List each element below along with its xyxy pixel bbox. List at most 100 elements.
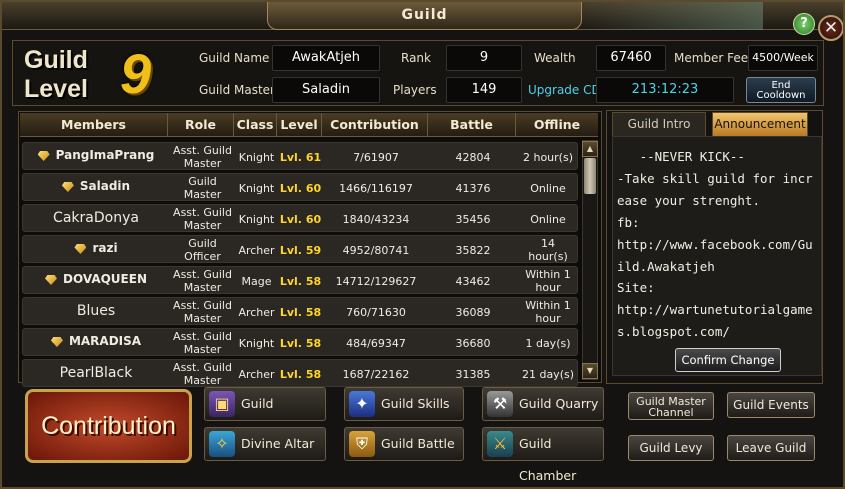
member-role-line2: Master — [183, 157, 222, 170]
member-class-cell: Knight — [238, 337, 275, 350]
member-name[interactable]: DOVAQUEEN — [63, 272, 147, 286]
member-role-cell: Asst. Guild Master — [170, 361, 235, 387]
vip-diamond-icon — [74, 244, 87, 254]
table-row[interactable]: MARADISA Asst. Guild Master Knight Lvl. 58 48… — [22, 328, 578, 356]
member-offline-line1: 1 day(s) — [525, 337, 571, 350]
column-members[interactable]: Members — [20, 113, 168, 137]
member-offline-cell: 1 day(s) — [517, 337, 579, 350]
column-contribution[interactable]: Contribution — [322, 113, 428, 137]
table-row[interactable]: DOVAQUEEN Asst. Guild Master Mage Lvl. 58 147… — [22, 266, 578, 294]
vip-diamond-icon — [61, 182, 74, 192]
member-name[interactable]: PearlBlack — [60, 365, 133, 381]
guild-chamber-label: Guild Chamber — [519, 436, 577, 483]
member-fee-value: 4500/Week — [748, 45, 818, 71]
tab-guild-intro[interactable]: Guild Intro — [612, 112, 706, 136]
member-name[interactable]: PangImaPrang — [56, 148, 155, 162]
member-role-line2: Master — [183, 219, 222, 232]
member-offline-line2: hour(s) — [528, 250, 568, 263]
skills-icon: ✦ — [349, 391, 375, 417]
member-offline-cell: Online — [517, 213, 579, 226]
guild-chamber-button[interactable]: ⚔ Guild Chamber — [482, 427, 604, 483]
guild-window: Guild ? ✕ Guild Level 9 Guild Name AwakA… — [0, 0, 845, 489]
guild-quarry-label: Guild Quarry — [519, 396, 599, 411]
member-role-cell: Asst. Guild Master — [170, 144, 235, 170]
contribution-button[interactable]: Contribution — [25, 389, 192, 463]
table-row[interactable]: Blues Asst. Guild Master Archer Lvl. 58 760/7… — [22, 297, 578, 325]
vip-diamond-icon — [45, 275, 57, 285]
member-name[interactable]: CakraDonya — [53, 210, 139, 226]
member-offline-line2: hour — [535, 281, 561, 294]
confirm-change-button[interactable]: Confirm Change — [675, 348, 781, 372]
member-contribution-cell: 484/69347 — [346, 337, 406, 350]
member-offline-line1: Within 1 — [525, 299, 571, 312]
member-name-cell: razi — [23, 241, 169, 255]
member-name[interactable]: razi — [92, 241, 117, 255]
window-title: Guild — [267, 2, 582, 30]
member-role-line2: Master — [183, 281, 222, 294]
divine-altar-button[interactable]: ✧ Divine Altar — [204, 427, 326, 461]
battle-shield-icon: ⛨ — [349, 431, 375, 457]
member-name[interactable]: MARADISA — [69, 334, 141, 348]
member-rating-cell: 43462 — [455, 275, 491, 288]
table-row[interactable]: Saladin Guild Master Knight Lvl. 60 1466/1161… — [22, 173, 578, 201]
member-contribution-cell: 7/61907 — [353, 151, 399, 164]
scroll-up-icon[interactable]: ▲ — [582, 141, 598, 157]
chamber-icon: ⚔ — [487, 431, 513, 457]
help-icon[interactable]: ? — [793, 13, 815, 35]
member-name-cell: CakraDonya — [23, 210, 169, 226]
member-contribution-cell: 1687/22162 — [342, 368, 410, 381]
column-offline-time[interactable]: Offline Time — [516, 113, 598, 156]
member-rating-cell: 42804 — [455, 151, 491, 164]
level-word: Level — [24, 75, 88, 103]
member-role-cell: Asst. Guild Master — [170, 299, 235, 325]
column-class[interactable]: Class — [234, 113, 277, 137]
upgrade-cd-label: Upgrade CD — [528, 83, 601, 97]
table-row[interactable]: PangImaPrang Asst. Guild Master Knight Lvl. … — [22, 142, 578, 170]
member-rating-cell: 31385 — [455, 368, 491, 381]
member-level-cell: Lvl. 58 — [279, 306, 322, 319]
tab-announcement[interactable]: Announcement — [712, 112, 808, 136]
close-icon[interactable]: ✕ — [818, 15, 843, 41]
member-level-cell: Lvl. 60 — [279, 182, 322, 195]
column-battle-rating[interactable]: Battle Rating — [428, 113, 516, 156]
end-cooldown-button[interactable]: End Cooldown — [746, 77, 816, 103]
table-row[interactable]: razi Guild Officer Archer Lvl. 59 4952/80741 3… — [22, 235, 578, 263]
players-value: 149 — [446, 77, 522, 103]
member-role-line2: Master — [183, 374, 222, 387]
scroll-thumb[interactable] — [584, 158, 596, 194]
guild-territory-button[interactable]: ▣ Guild Territory — [204, 387, 326, 443]
vip-diamond-icon — [50, 337, 63, 347]
member-class-cell: Knight — [238, 182, 275, 195]
member-role-cell: Guild Master — [170, 175, 235, 201]
table-row[interactable]: CakraDonya Asst. Guild Master Knight Lvl. 60… — [22, 204, 578, 232]
member-offline-line1: 2 hour(s) — [522, 151, 573, 164]
vip-diamond-icon — [37, 151, 50, 161]
member-role-line2: Officer — [184, 250, 221, 263]
guild-events-button[interactable]: Guild Events — [727, 392, 815, 418]
guild-battle-button[interactable]: ⛨ Guild Battle — [344, 427, 464, 461]
guild-levy-button[interactable]: Guild Levy — [628, 435, 714, 461]
guild-skills-button[interactable]: ✦ Guild Skills — [344, 387, 464, 421]
announcement-text[interactable]: --NEVER KICK-- -Take skill guild for inc… — [617, 146, 817, 343]
member-offline-line1: Online — [530, 182, 566, 195]
scroll-down-icon[interactable]: ▼ — [582, 363, 598, 379]
column-role[interactable]: Role — [168, 113, 234, 137]
member-class-cell: Archer — [238, 244, 275, 257]
member-name[interactable]: Saladin — [80, 179, 130, 193]
table-row[interactable]: PearlBlack Asst. Guild Master Archer Lvl. 58… — [22, 359, 578, 387]
member-name[interactable]: Blues — [77, 303, 115, 319]
quarry-icon: ⚒ — [487, 391, 513, 417]
member-rating-cell: 41376 — [455, 182, 491, 195]
guild-master-channel-button[interactable]: Guild Master Channel — [628, 392, 714, 420]
member-level-cell: Lvl. 58 — [279, 275, 322, 288]
column-level[interactable]: Level — [277, 113, 322, 137]
leave-guild-button[interactable]: Leave Guild — [727, 435, 815, 461]
member-role-cell: Asst. Guild Master — [170, 330, 235, 356]
member-rating-cell: 35822 — [455, 244, 491, 257]
upgrade-cd-value: 213:12:23 — [596, 77, 734, 103]
end-cooldown-line2: Cooldown — [756, 90, 806, 101]
member-name-cell: Saladin — [23, 179, 169, 193]
member-class-cell: Knight — [238, 213, 275, 226]
guild-quarry-button[interactable]: ⚒ Guild Quarry — [482, 387, 604, 421]
member-contribution-cell: 760/71630 — [346, 306, 406, 319]
